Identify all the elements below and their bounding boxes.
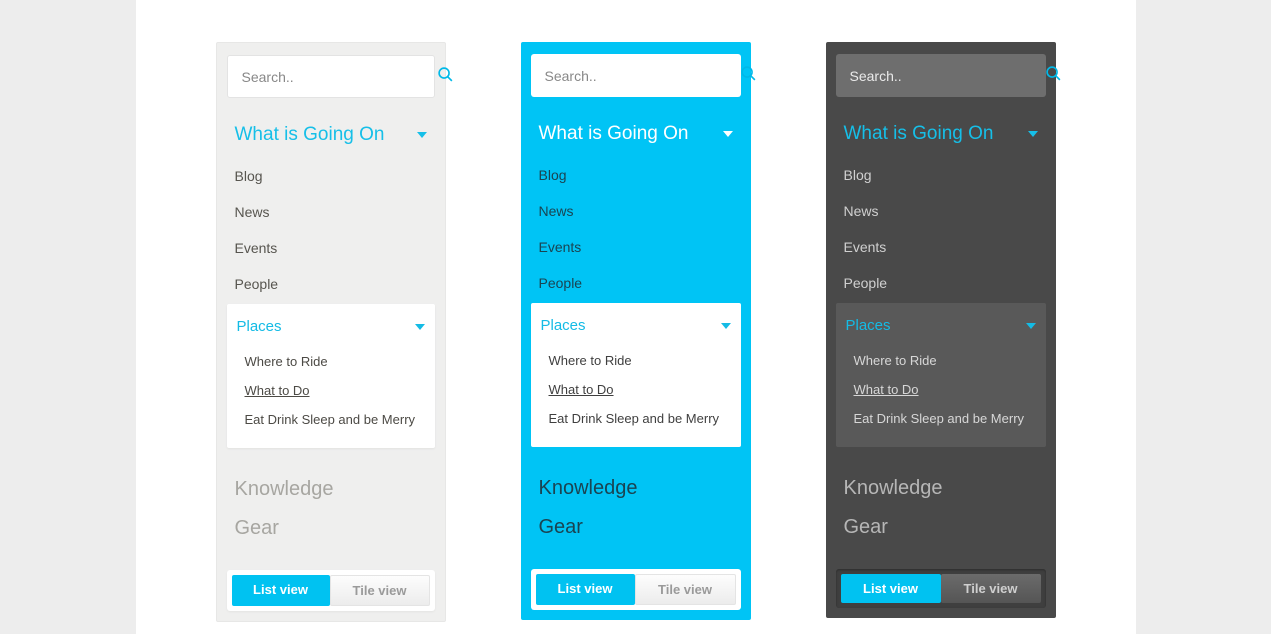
places-header[interactable]: Places [235,316,427,341]
section-gear[interactable]: Gear [844,508,1038,547]
places-item-where-to-ride[interactable]: Where to Ride [245,347,427,376]
tile-view-button[interactable]: Tile view [941,574,1041,603]
list-view-button[interactable]: List view [536,574,635,605]
other-sections: Knowledge Gear [227,470,435,548]
places-item-eat-drink[interactable]: Eat Drink Sleep and be Merry [854,404,1038,433]
sidebar-panel-cyan: What is Going On Blog News Events People… [521,42,751,620]
places-title: Places [541,317,586,334]
search-button[interactable] [437,65,454,89]
search-icon [437,66,454,88]
places-item-where-to-ride[interactable]: Where to Ride [854,346,1038,375]
menu-item-news[interactable]: News [531,193,741,229]
view-toggle: List view Tile view [531,569,741,610]
section-gear[interactable]: Gear [539,508,733,547]
search-icon [1045,65,1062,87]
other-sections: Knowledge Gear [531,469,741,547]
search-input[interactable] [242,69,423,85]
section-menu: Blog News Events People [227,158,435,302]
section-knowledge[interactable]: Knowledge [539,469,733,508]
search-icon [740,65,757,87]
sidebar-panel-dark: What is Going On Blog News Events People… [826,42,1056,618]
section-knowledge[interactable]: Knowledge [844,469,1038,508]
menu-item-events[interactable]: Events [531,229,741,265]
tile-view-button[interactable]: Tile view [635,574,736,605]
menu-item-news[interactable]: News [836,193,1046,229]
places-header[interactable]: Places [539,315,733,340]
section-title: What is Going On [235,124,385,146]
search-input[interactable] [545,68,726,84]
other-sections: Knowledge Gear [836,469,1046,547]
places-card: Places Where to Ride What to Do Eat Drin… [836,303,1046,447]
search-box [836,54,1046,97]
places-list: Where to Ride What to Do Eat Drink Sleep… [844,346,1038,433]
chevron-down-icon [721,323,731,329]
places-title: Places [846,317,891,334]
search-input[interactable] [850,68,1031,84]
menu-item-blog[interactable]: Blog [836,157,1046,193]
menu-item-blog[interactable]: Blog [227,158,435,194]
places-header[interactable]: Places [844,315,1038,340]
canvas: What is Going On Blog News Events People… [136,0,1136,634]
places-item-what-to-do[interactable]: What to Do [549,375,733,404]
places-item-eat-drink[interactable]: Eat Drink Sleep and be Merry [245,405,427,434]
chevron-down-icon [1028,131,1038,137]
places-list: Where to Ride What to Do Eat Drink Sleep… [539,346,733,433]
menu-item-blog[interactable]: Blog [531,157,741,193]
places-item-eat-drink[interactable]: Eat Drink Sleep and be Merry [549,404,733,433]
sidebar-panel-light: What is Going On Blog News Events People… [216,42,446,622]
list-view-button[interactable]: List view [232,575,330,606]
section-knowledge[interactable]: Knowledge [235,470,427,509]
places-item-what-to-do[interactable]: What to Do [854,375,1038,404]
section-menu: Blog News Events People [836,157,1046,301]
menu-item-events[interactable]: Events [227,230,435,266]
places-card: Places Where to Ride What to Do Eat Drin… [227,304,435,448]
view-toggle: List view Tile view [836,569,1046,608]
search-button[interactable] [1045,64,1062,88]
menu-item-news[interactable]: News [227,194,435,230]
section-title: What is Going On [844,123,994,145]
places-list: Where to Ride What to Do Eat Drink Sleep… [235,347,427,434]
places-item-what-to-do[interactable]: What to Do [245,376,427,405]
chevron-down-icon [1026,323,1036,329]
chevron-down-icon [415,324,425,330]
section-menu: Blog News Events People [531,157,741,301]
places-item-where-to-ride[interactable]: Where to Ride [549,346,733,375]
list-view-button[interactable]: List view [841,574,941,603]
search-box [531,54,741,97]
menu-item-people[interactable]: People [227,266,435,302]
chevron-down-icon [723,131,733,137]
search-box [227,55,435,98]
menu-item-people[interactable]: People [531,265,741,301]
section-header[interactable]: What is Going On [227,124,435,146]
search-button[interactable] [740,64,757,88]
places-card: Places Where to Ride What to Do Eat Drin… [531,303,741,447]
section-header[interactable]: What is Going On [531,123,741,145]
section-header[interactable]: What is Going On [836,123,1046,145]
section-title: What is Going On [539,123,689,145]
places-title: Places [237,318,282,335]
chevron-down-icon [417,132,427,138]
menu-item-people[interactable]: People [836,265,1046,301]
tile-view-button[interactable]: Tile view [330,575,430,606]
menu-item-events[interactable]: Events [836,229,1046,265]
section-gear[interactable]: Gear [235,509,427,548]
view-toggle: List view Tile view [227,570,435,611]
